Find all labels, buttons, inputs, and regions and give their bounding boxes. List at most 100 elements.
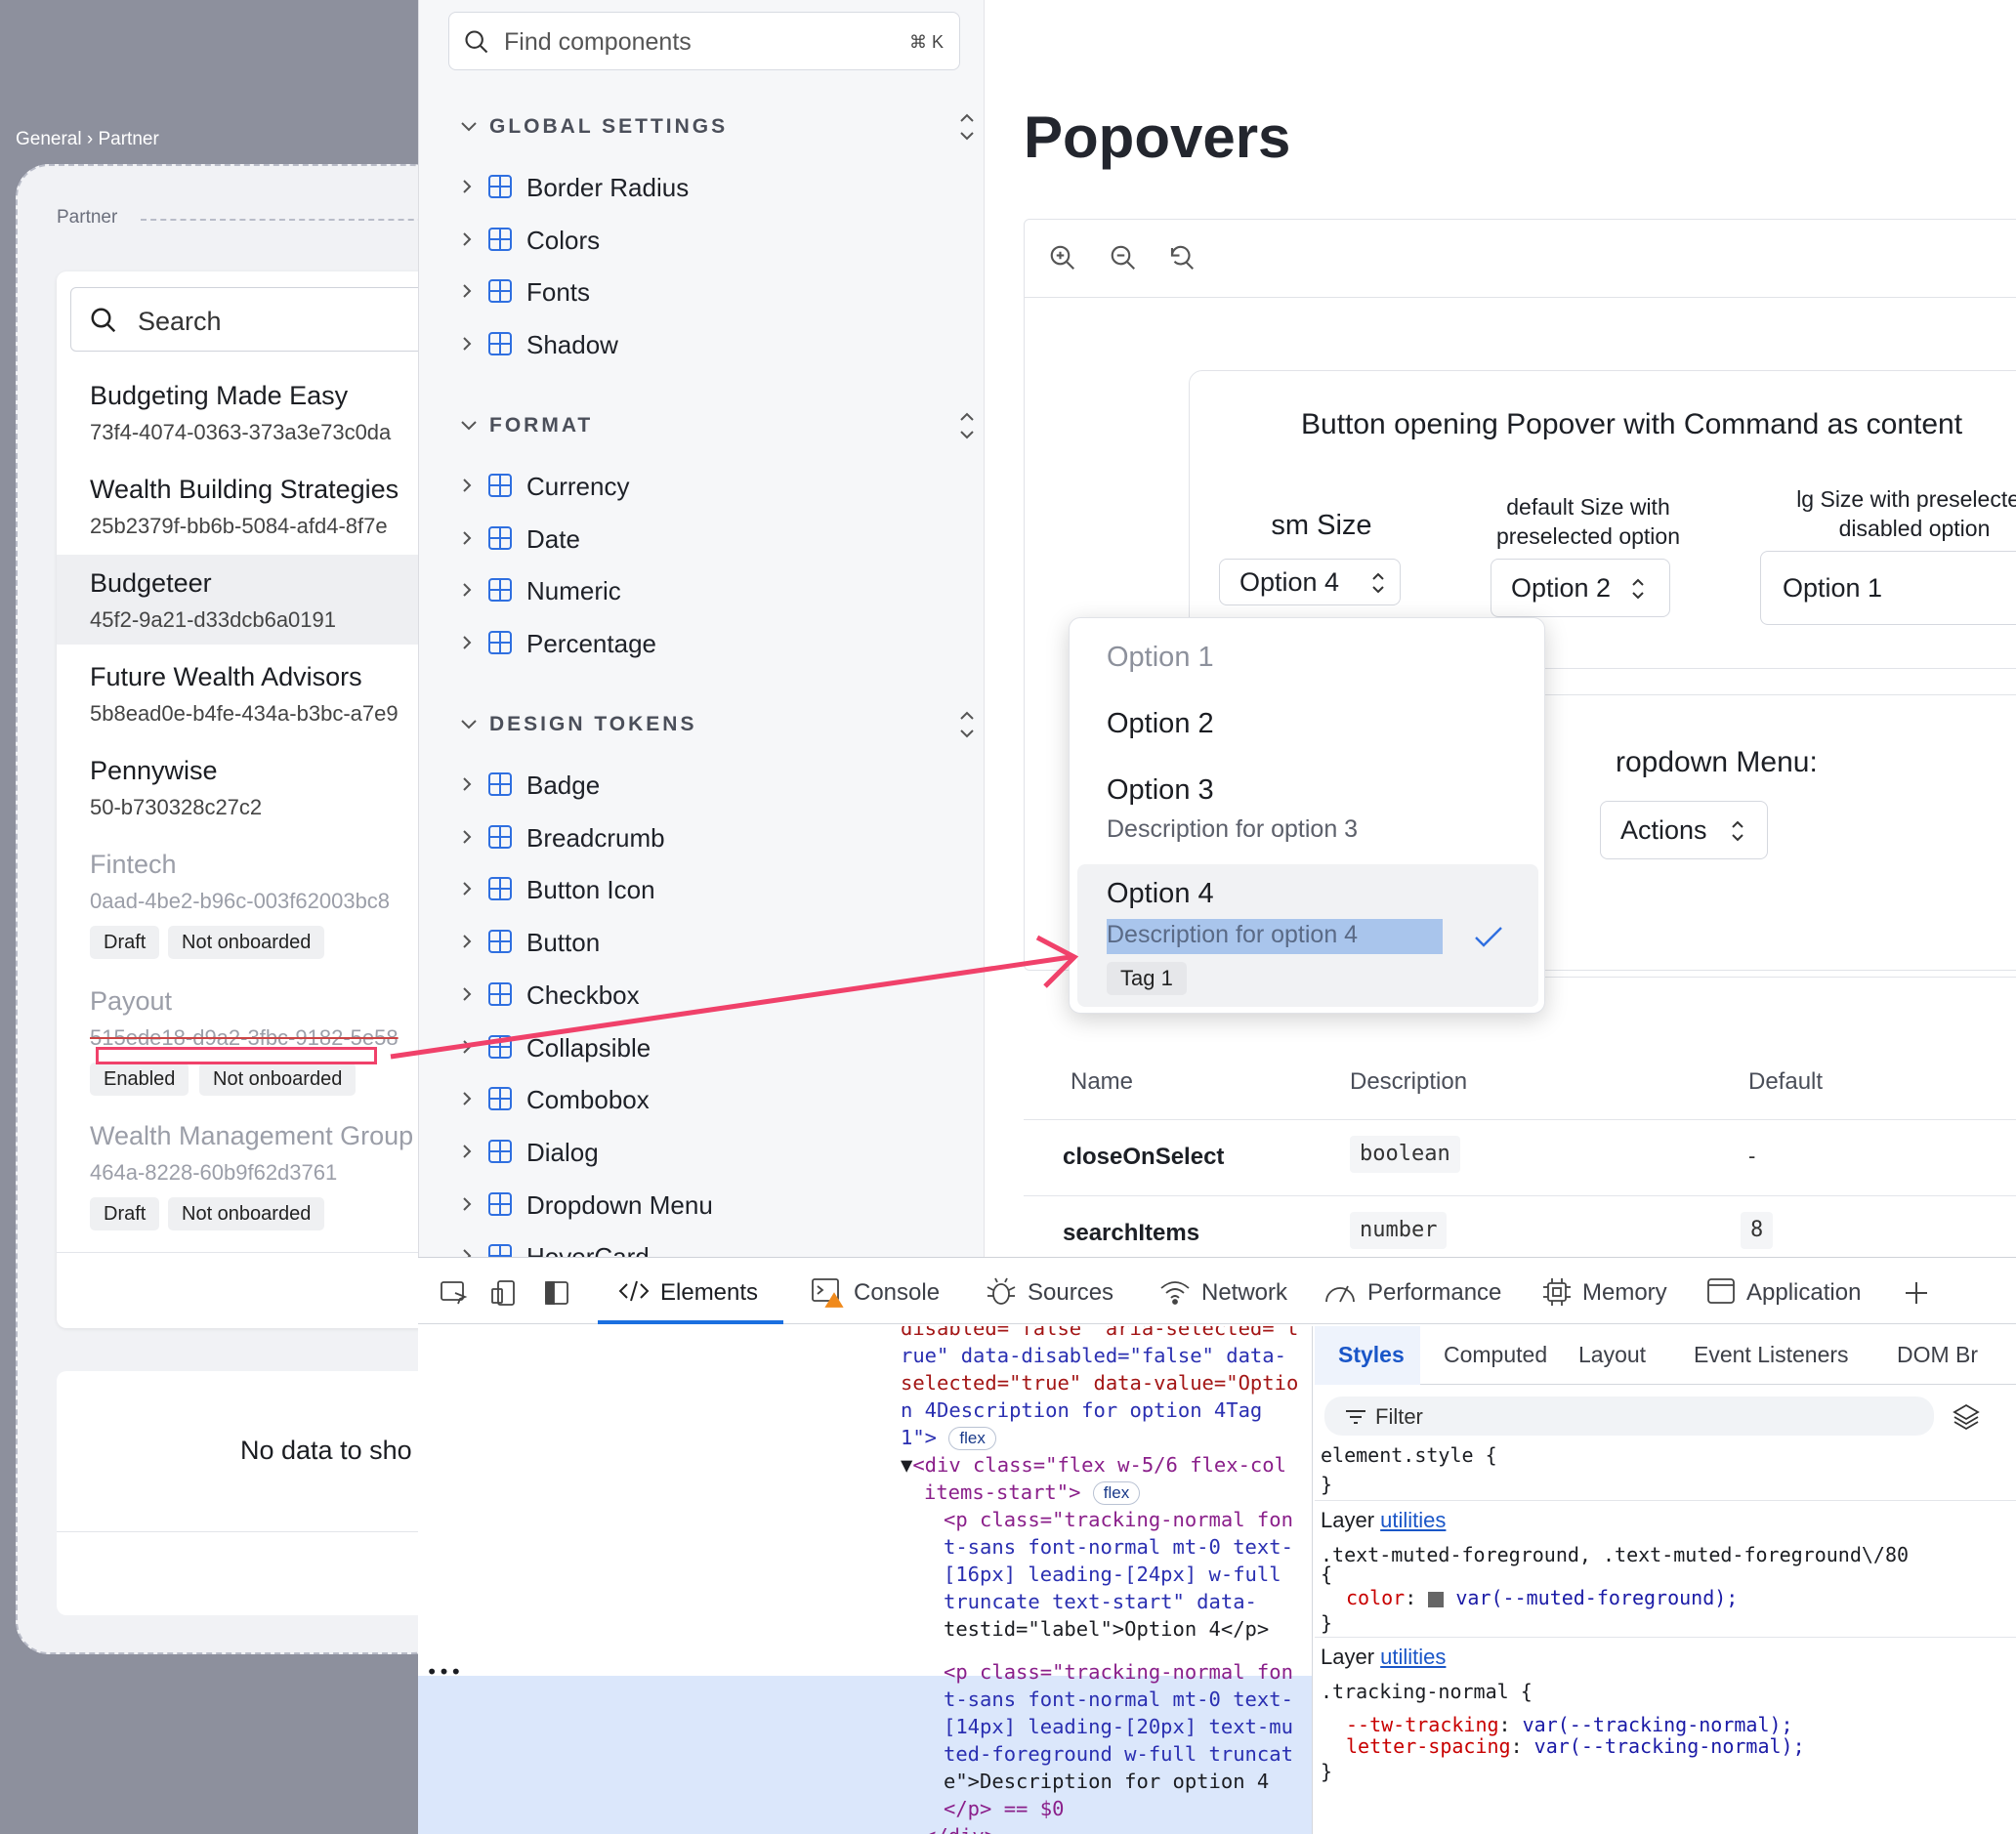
css-declaration[interactable]: color: var(--muted-foreground); [1346, 1586, 1738, 1609]
tab-network[interactable]: Network [1158, 1258, 1305, 1324]
dom-line: t-sans font-normal mt-0 text- [944, 1535, 1293, 1559]
tab-event-listeners[interactable]: Event Listeners [1694, 1342, 1849, 1368]
tab-styles[interactable]: Styles [1338, 1342, 1405, 1368]
chip-icon [1543, 1278, 1571, 1306]
option-tag: Tag 1 [1107, 962, 1187, 995]
zoom-out-icon[interactable] [1109, 243, 1138, 272]
sidebar-section-header[interactable]: FORMAT [458, 406, 974, 445]
dom-line: [14px] leading-[20px] text-mu [944, 1715, 1293, 1738]
sidebar-section-header[interactable]: DESIGN TOKENS [458, 705, 974, 744]
sidebar-item-badge[interactable]: Badge [458, 762, 966, 807]
component-grid-icon [487, 1034, 513, 1060]
list-item[interactable]: Budgeting Made Easy 73f4-4074-0363-373a3… [57, 367, 447, 457]
list-item-name: Wealth Management Group [90, 1121, 414, 1150]
option-item-selected[interactable]: Option 4 Description for option 4 Tag 1 [1077, 864, 1538, 1007]
code-icon [618, 1280, 650, 1302]
actions-button[interactable]: Actions [1600, 801, 1768, 859]
tab-application[interactable]: Application [1705, 1258, 1891, 1324]
tab-performance[interactable]: Performance [1323, 1258, 1518, 1324]
find-components-placeholder: Find components [504, 28, 692, 56]
tab-sources[interactable]: Sources [985, 1258, 1131, 1324]
tab-computed[interactable]: Computed [1444, 1342, 1547, 1368]
list-item[interactable]: Wealth Building Strategies 25b2379f-bb6b… [57, 461, 447, 551]
dock-side-icon[interactable] [543, 1279, 570, 1307]
list-item-name: Budgeteer [90, 568, 212, 598]
option-item[interactable]: Option 3 Description for option 3 [1070, 751, 1546, 860]
chevron-up-down-icon[interactable] [954, 705, 980, 744]
preview-toolbar [1025, 220, 2016, 298]
list-item[interactable]: Payout 515ede18-d9a2-3fbc-9182-5e58 Enab… [57, 973, 447, 1102]
option-item[interactable]: Option 2 [1070, 685, 1546, 749]
sidebar-item-dropdown-menu[interactable]: Dropdown Menu [458, 1182, 966, 1227]
sidebar-item-checkbox[interactable]: Checkbox [458, 972, 966, 1017]
list-item-id: 5b8ead0e-b4fe-434a-b3bc-a7e9 [90, 701, 399, 726]
chevron-up-down-icon[interactable] [954, 406, 980, 445]
list-item-selected[interactable]: Budgeteer 45f2-9a21-d33dcb6a0191 [57, 555, 447, 645]
device-toolbar-icon[interactable] [490, 1279, 520, 1307]
sidebar-section-header[interactable]: GLOBAL SETTINGS [458, 107, 974, 146]
sidebar-item-currency[interactable]: Currency [458, 463, 966, 508]
sm-size-select[interactable]: Option 4 [1219, 559, 1401, 605]
rule-close: } [1321, 1760, 1333, 1783]
sidebar-section-title: DESIGN TOKENS [489, 713, 697, 735]
flex-badge[interactable]: flex [948, 1427, 996, 1450]
chevron-up-down-icon [1632, 578, 1644, 600]
sidebar-item-button[interactable]: Button [458, 919, 966, 964]
add-tab-icon[interactable] [1903, 1279, 1930, 1307]
list-item[interactable]: Wealth Management Group 464a-8228-60b9f6… [57, 1107, 447, 1236]
utilities-link[interactable]: utilities [1380, 1645, 1446, 1669]
tab-elements[interactable]: Elements [598, 1258, 783, 1324]
component-grid-icon [487, 227, 513, 252]
sidebar-item-colors[interactable]: Colors [458, 217, 966, 262]
sidebar-item-border-radius[interactable]: Border Radius [458, 164, 966, 209]
sidebar-item-shadow[interactable]: Shadow [458, 321, 966, 366]
status-badge: Not onboarded [168, 926, 325, 959]
table-header: Description [1350, 1068, 1468, 1095]
inspect-element-icon[interactable] [440, 1279, 469, 1307]
utilities-link[interactable]: utilities [1380, 1508, 1446, 1532]
sidebar-item-fonts[interactable]: Fonts [458, 269, 966, 313]
styles-filter-input[interactable]: Filter [1324, 1396, 1934, 1436]
zoom-in-icon[interactable] [1048, 243, 1077, 272]
list-item[interactable]: Fintech 0aad-4be2-b96c-003f62003bc8 Draf… [57, 836, 447, 965]
sidebar-item-numeric[interactable]: Numeric [458, 567, 966, 612]
tab-memory[interactable]: Memory [1541, 1258, 1688, 1324]
sidebar-item-percentage[interactable]: Percentage [458, 620, 966, 665]
element-style-rule[interactable]: element.style { [1321, 1443, 1497, 1467]
option-title: Option 3 [1107, 774, 1214, 806]
sidebar-item-hovercard[interactable]: HoverCard [458, 1233, 966, 1257]
chevron-up-down-icon[interactable] [954, 107, 980, 146]
dom-line: e">Description for option 4 [944, 1770, 1270, 1793]
tab-dom-breakpoints[interactable]: DOM Br [1897, 1342, 1978, 1368]
css-rule-selector[interactable]: .text-muted-foreground, .text-muted-fore… [1321, 1543, 1909, 1566]
default-size-select[interactable]: Option 2 [1491, 559, 1670, 617]
tab-console[interactable]: Console [811, 1258, 957, 1324]
prop-name: closeOnSelect [1063, 1144, 1225, 1170]
css-declaration[interactable]: --tw-tracking: var(--tracking-normal); [1346, 1713, 1793, 1736]
sidebar-item-button-icon[interactable]: Button Icon [458, 866, 966, 911]
sidebar-item-breadcrumb[interactable]: Breadcrumb [458, 814, 966, 859]
sidebar-item-collapsible[interactable]: Collapsible [458, 1024, 966, 1069]
list-item[interactable]: Future Wealth Advisors 5b8ead0e-b4fe-434… [57, 648, 447, 738]
prop-default: - [1748, 1144, 1756, 1168]
sidebar-item-date[interactable]: Date [458, 516, 966, 561]
table-header: Default [1748, 1068, 1824, 1095]
lg-size-select[interactable]: Option 1 [1760, 551, 2016, 625]
component-sidebar: Find components ⌘ K GLOBAL SETTINGS Borde… [418, 0, 985, 1257]
component-grid-icon [487, 525, 513, 551]
css-rule-selector[interactable]: .tracking-normal { [1321, 1680, 1533, 1703]
css-declaration[interactable]: letter-spacing: var(--tracking-normal); [1346, 1734, 1805, 1758]
reset-zoom-icon[interactable] [1167, 243, 1197, 272]
sidebar-item-combobox[interactable]: Combobox [458, 1076, 966, 1121]
prop-type: number [1350, 1212, 1448, 1249]
tab-layout[interactable]: Layout [1578, 1342, 1646, 1368]
list-item[interactable]: Pennywise 50-b730328c27c2 [57, 742, 447, 832]
color-swatch[interactable] [1428, 1591, 1445, 1607]
layers-icon[interactable] [1952, 1402, 1981, 1432]
find-components-input[interactable]: Find components ⌘ K [448, 12, 960, 70]
dom-line: items-start"> [924, 1480, 1081, 1504]
devtools-panel: Elements Console Sources Network Perform… [418, 1257, 2016, 1834]
sidebar-item-dialog[interactable]: Dialog [458, 1129, 966, 1174]
partner-search-input[interactable]: Search [70, 287, 447, 352]
flex-badge[interactable]: flex [1092, 1481, 1141, 1505]
